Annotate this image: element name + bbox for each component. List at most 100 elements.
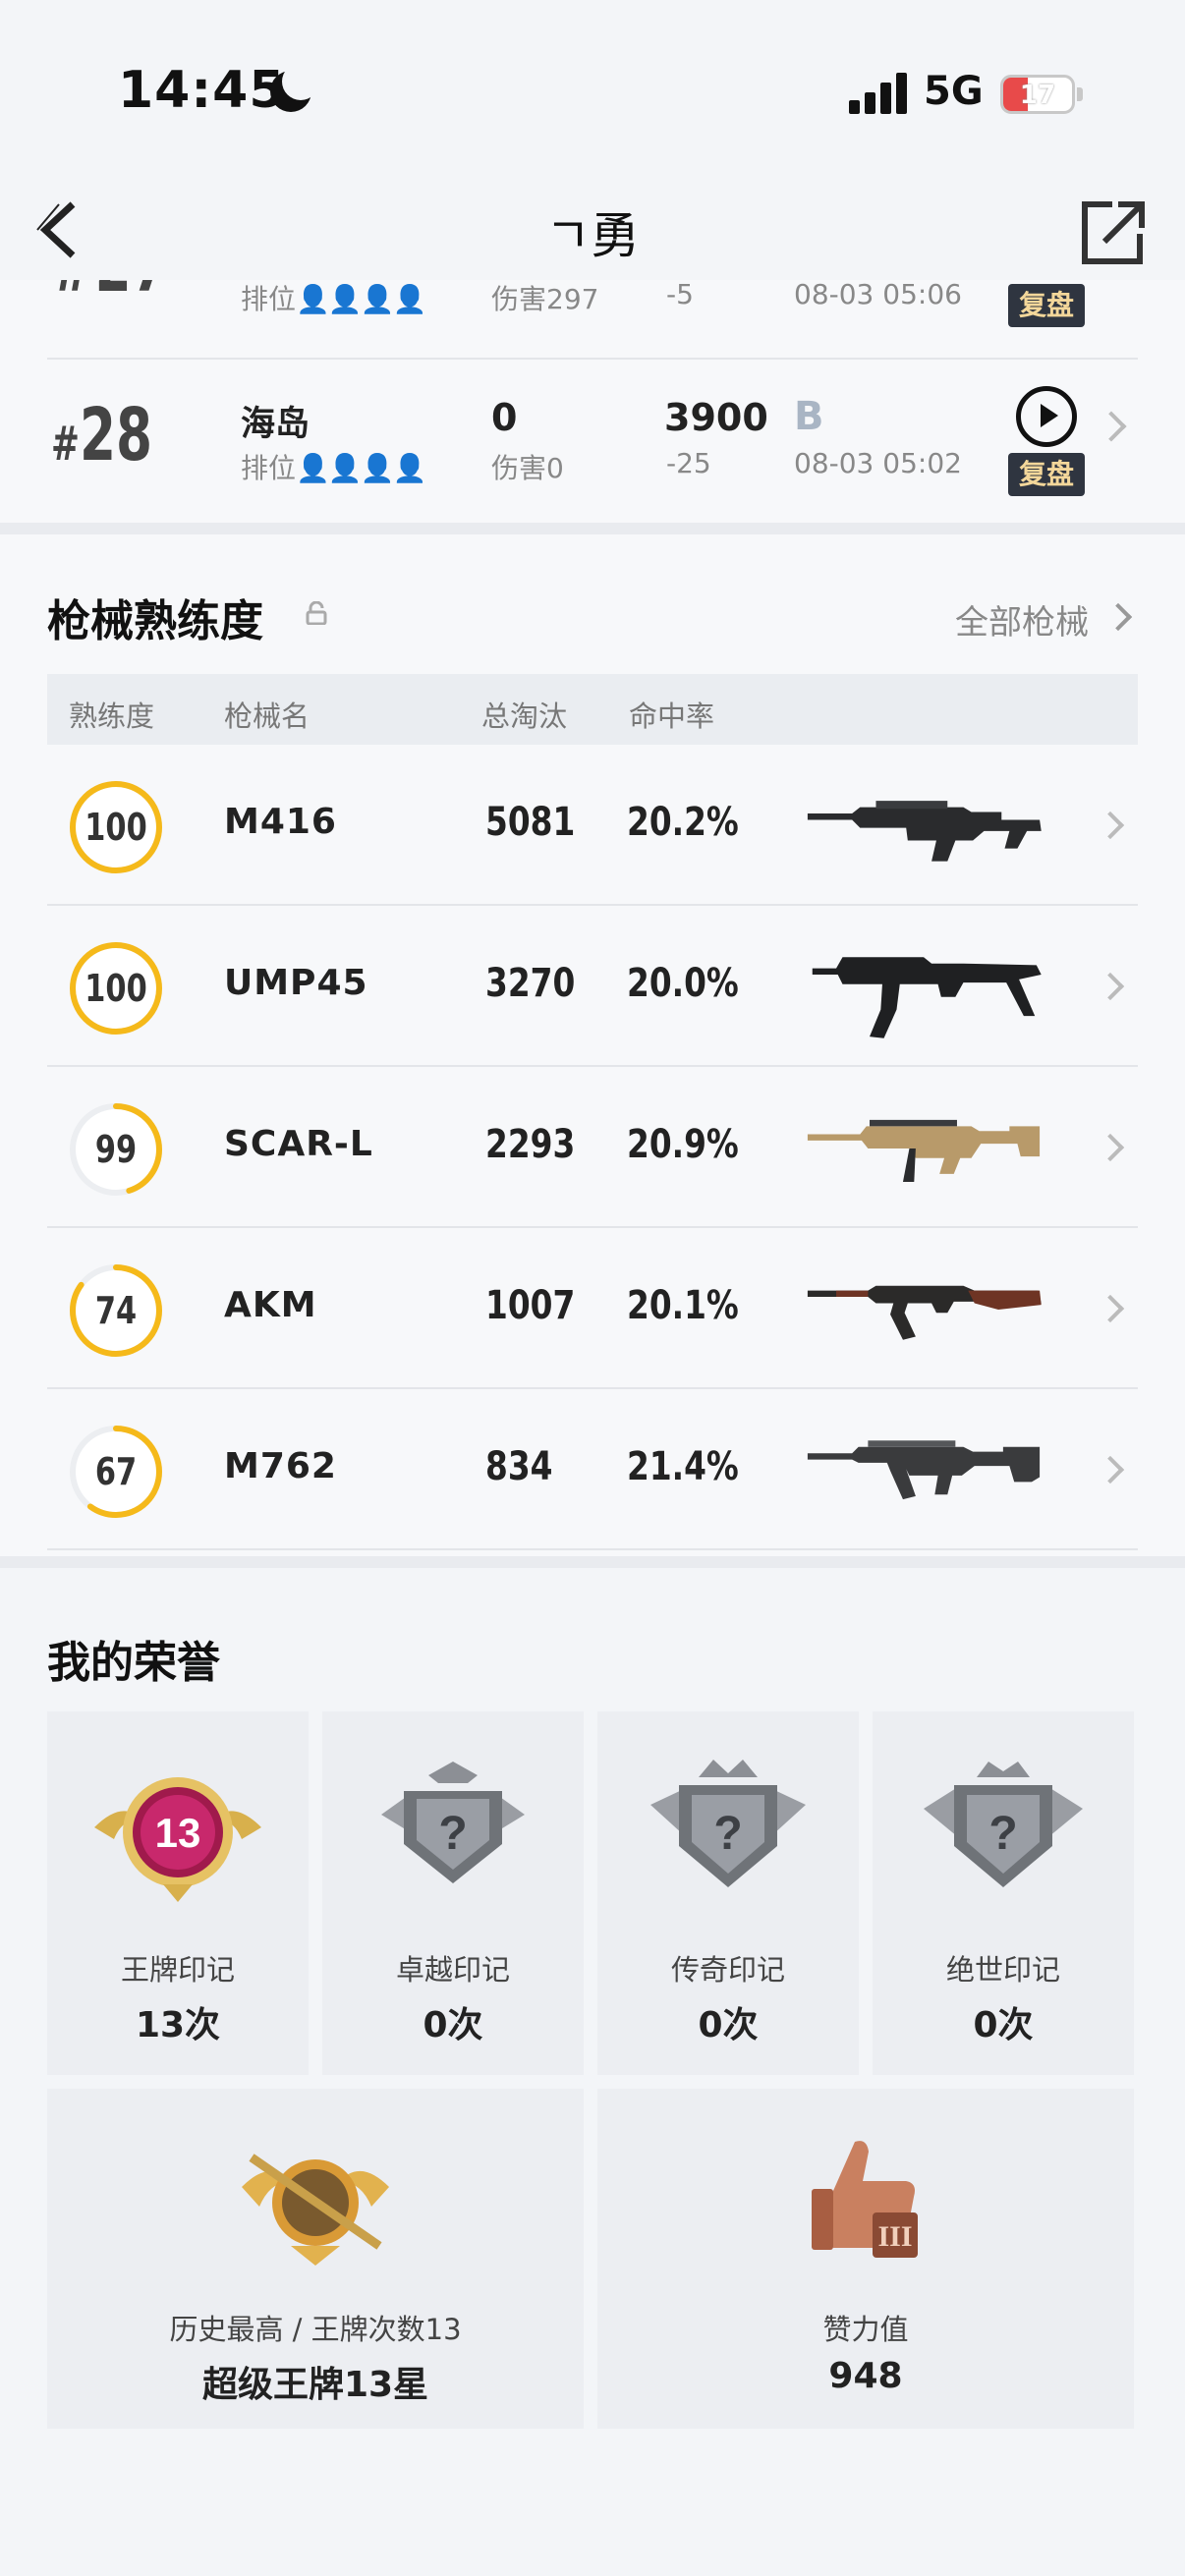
scar-l-rifle-image xyxy=(807,1119,1041,1182)
back-button[interactable] xyxy=(29,196,98,265)
thumbs-up-icon: III xyxy=(812,2141,918,2258)
status-time: 14:45 xyxy=(118,61,286,120)
weapon-name: UMP45 xyxy=(224,963,368,1003)
replay-button[interactable]: 复盘 xyxy=(1008,284,1085,327)
weapon-total-kills: 5081 xyxy=(485,800,576,845)
all-weapons-link[interactable]: 全部枪械 xyxy=(955,595,1089,644)
badge-question: ? xyxy=(438,1808,467,1860)
mastery-level: 100 xyxy=(85,967,147,1010)
share-button[interactable] xyxy=(1079,196,1150,267)
match-rank: #28 xyxy=(51,393,153,477)
likes-label: 赞力值 xyxy=(822,2313,909,2346)
honor-label: 王牌印记 xyxy=(120,1953,235,1987)
honor-card-ace[interactable]: 13 王牌印记 13次 xyxy=(47,1711,309,2075)
weapon-section-title: 枪械熟练度 xyxy=(47,596,263,646)
weapon-accuracy: 20.2% xyxy=(627,800,739,845)
weapon-name: M416 xyxy=(224,802,337,842)
battery-level: 17 xyxy=(1019,81,1056,110)
battery-tip xyxy=(1077,87,1083,101)
weapon-name: SCAR-L xyxy=(224,1124,373,1164)
honor-value: 0次 xyxy=(423,2005,483,2045)
weapon-total-kills: 2293 xyxy=(485,1122,576,1167)
honor-card-excellent[interactable]: ? 卓越印记 0次 xyxy=(322,1711,584,2075)
match-time: 08-03 05:02 xyxy=(794,447,962,479)
weapon-total-kills: 1007 xyxy=(485,1283,576,1328)
honor-card-peerless[interactable]: ? 绝世印记 0次 xyxy=(873,1711,1134,2075)
mastery-level: 74 xyxy=(94,1289,138,1332)
honor-label: 传奇印记 xyxy=(670,1953,785,1987)
section-gap xyxy=(0,523,1185,534)
col-accuracy: 命中率 xyxy=(629,700,715,733)
lock-icon xyxy=(305,600,328,626)
share-icon xyxy=(1082,201,1145,264)
likes-value: 948 xyxy=(828,2356,903,2396)
match-row[interactable]: #28 海岛 排位👤👤👤👤 0 伤害0 3900 -25 B 08-03 05:… xyxy=(0,359,1185,516)
m416-rifle-image xyxy=(807,801,1042,862)
moon-icon xyxy=(270,63,319,112)
likes-card[interactable]: III 赞力值 948 xyxy=(597,2089,1134,2429)
honor-card-legend[interactable]: ? 传奇印记 0次 xyxy=(597,1711,859,2075)
replay-button[interactable]: 复盘 xyxy=(1008,453,1085,496)
honor-value: 13次 xyxy=(135,2005,221,2045)
chevron-right-icon[interactable] xyxy=(1096,1133,1125,1162)
match-row[interactable]: #27 排位👤👤👤👤 伤害297 -5 08-03 05:06 复盘 xyxy=(0,280,1185,347)
section-gap xyxy=(0,1556,1185,1568)
match-damage: 伤害297 xyxy=(491,283,599,315)
weapon-total-kills: 3270 xyxy=(485,961,576,1006)
svg-text:III: III xyxy=(877,2220,912,2253)
weapon-table-header: 熟练度 枪械名 总淘汰 命中率 xyxy=(47,674,1138,745)
mastery-level: 100 xyxy=(85,806,147,849)
ace-badge-icon: 13 xyxy=(94,1777,261,1902)
chevron-right-icon[interactable] xyxy=(1096,1294,1125,1323)
highest-tier-label: 历史最高 / 王牌次数13 xyxy=(169,2313,462,2346)
chevron-right-icon[interactable] xyxy=(1096,811,1125,840)
m762-rifle-image xyxy=(807,1440,1041,1500)
highest-tier-card[interactable]: 历史最高 / 王牌次数13 超级王牌13星 xyxy=(47,2089,584,2429)
match-damage: 伤害0 xyxy=(491,452,564,484)
match-grade: B xyxy=(794,394,824,439)
honor-label: 绝世印记 xyxy=(945,1953,1060,1987)
col-weapon-name: 枪械名 xyxy=(224,700,310,733)
weapon-name: M762 xyxy=(224,1446,337,1486)
honor-value: 0次 xyxy=(698,2005,759,2045)
badge-question: ? xyxy=(988,1808,1017,1860)
weapon-row[interactable]: 67 M762 834 21.4% xyxy=(47,1389,1138,1550)
ace-tier-emblem-icon xyxy=(242,2154,389,2266)
match-map: 海岛 xyxy=(241,405,310,444)
honors-title: 我的荣誉 xyxy=(47,1638,220,1688)
weapon-row[interactable]: 74 AKM 1007 20.1% xyxy=(47,1228,1138,1389)
page-title: ㄱ勇 xyxy=(545,207,640,264)
replay-icon[interactable] xyxy=(1016,386,1077,447)
highest-tier-value: 超级王牌13星 xyxy=(201,2365,429,2405)
weapon-accuracy: 21.4% xyxy=(627,1444,739,1489)
signal-icon xyxy=(849,71,908,114)
badge-question: ? xyxy=(713,1808,742,1860)
ace-badge-count: 13 xyxy=(155,1810,201,1856)
weapon-name: AKM xyxy=(224,1285,317,1325)
chevron-right-icon[interactable] xyxy=(1096,972,1125,1001)
weapon-accuracy: 20.9% xyxy=(627,1122,739,1167)
col-total-kills: 总淘汰 xyxy=(481,700,568,733)
battery-icon: 17 xyxy=(1000,75,1075,114)
chevron-right-icon[interactable] xyxy=(1096,411,1127,442)
match-score-delta: -25 xyxy=(666,447,711,479)
match-mode: 排位👤👤👤👤 xyxy=(241,283,426,315)
squad-size-icon: 👤👤👤👤 xyxy=(296,283,426,315)
akm-rifle-image xyxy=(807,1285,1042,1340)
locked-badge-icon: ? xyxy=(381,1762,525,1883)
weapon-row[interactable]: 99 SCAR-L 2293 20.9% xyxy=(47,1067,1138,1228)
match-kills: 0 xyxy=(491,396,518,439)
chevron-left-icon xyxy=(36,201,76,258)
weapon-accuracy: 20.0% xyxy=(627,961,739,1006)
chevron-right-icon[interactable] xyxy=(1096,1455,1125,1484)
match-score: 3900 xyxy=(664,396,768,439)
weapon-row[interactable]: 100 UMP45 3270 20.0% xyxy=(47,906,1138,1067)
match-history-list: #27 排位👤👤👤👤 伤害297 -5 08-03 05:06 复盘 #28 海… xyxy=(0,280,1185,526)
weapon-row[interactable]: 100 M416 5081 20.2% xyxy=(47,745,1138,906)
honor-value: 0次 xyxy=(973,2005,1034,2045)
honor-label: 卓越印记 xyxy=(395,1953,510,1987)
match-mode: 排位👤👤👤👤 xyxy=(241,452,426,484)
match-time: 08-03 05:06 xyxy=(794,280,962,310)
locked-badge-icon: ? xyxy=(650,1760,806,1887)
network-type: 5G xyxy=(924,69,984,114)
